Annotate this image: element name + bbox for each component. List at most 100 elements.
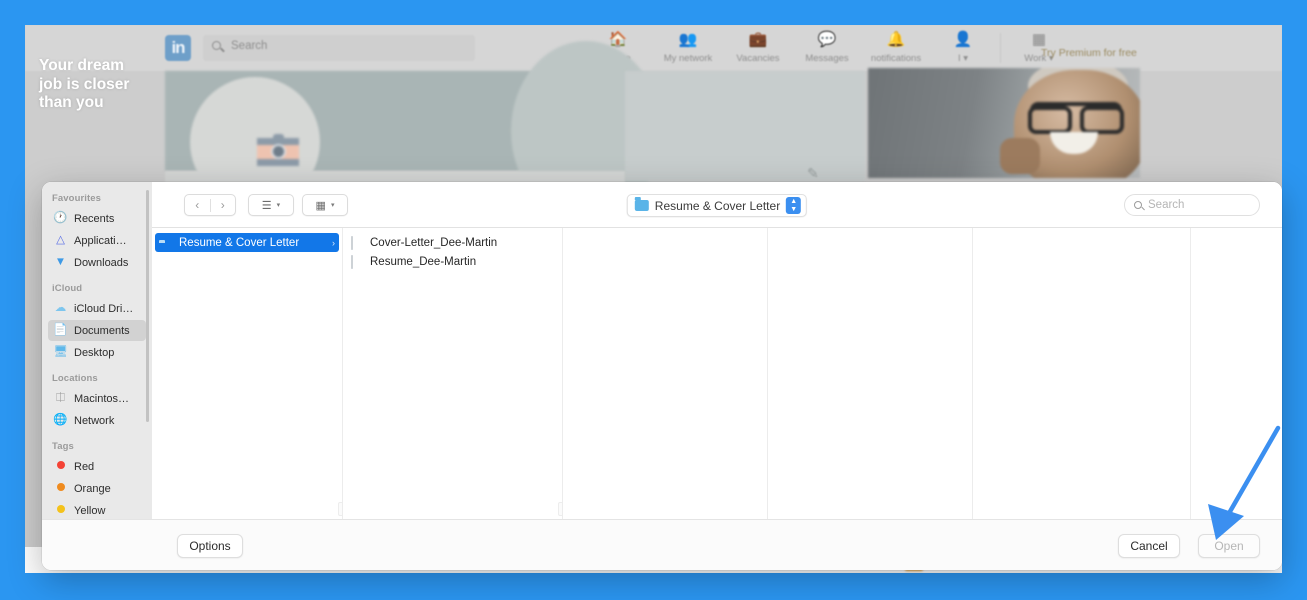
download-icon: ▼	[54, 255, 67, 268]
nav-label: I ▾	[957, 53, 969, 64]
row-label: Cover-Letter_Dee-Martin	[370, 236, 498, 249]
cancel-button[interactable]: Cancel	[1118, 534, 1180, 558]
sidebar-scrollbar[interactable]	[146, 190, 149, 422]
chevron-down-icon: ▾	[330, 202, 335, 209]
sidebar-item-label: Downloads	[74, 256, 129, 269]
options-button[interactable]: Options	[177, 534, 243, 558]
grid-view-icon: ▦	[315, 199, 326, 212]
column-empty-3	[973, 228, 1191, 519]
sidebar-group-title: Favourites	[52, 193, 102, 204]
sidebar-item-network[interactable]: 🌐 Network	[48, 410, 146, 431]
chevron-right-icon: ›	[332, 237, 335, 248]
ad-line-3: than you	[39, 94, 104, 111]
nav-item-vacancies[interactable]: 💼 Vacancies	[721, 30, 795, 64]
applications-icon: △	[56, 233, 65, 246]
network-icon: 👥	[678, 31, 698, 48]
sidebar-item-downloads[interactable]: ▼ Downloads	[48, 252, 146, 273]
list-item[interactable]: Cover-Letter_Dee-Martin	[346, 233, 559, 252]
profile-avatar-icon: 👤	[953, 31, 973, 48]
chevron-down-icon: ▾	[276, 202, 281, 209]
sidebar-item-label: iCloud Dri…	[74, 302, 134, 315]
bell-icon: 🔔	[886, 31, 906, 48]
folder-icon	[634, 197, 649, 211]
profile-side-panel	[625, 71, 865, 181]
path-label: Resume & Cover Letter	[654, 198, 781, 213]
nav-item-messages[interactable]: 💬 Messages	[790, 30, 864, 64]
document-icon	[350, 235, 365, 250]
path-popup-button[interactable]: Resume & Cover Letter ▲ ▼	[626, 194, 808, 217]
ad-banner[interactable]	[868, 68, 1140, 178]
dialog-search-input[interactable]: Search	[1124, 194, 1260, 216]
hard-drive-icon: ⎅	[55, 391, 66, 404]
edit-pencil-icon[interactable]: ✎	[807, 165, 819, 182]
ad-line-2: job is closer	[39, 75, 130, 93]
nav-item-my-network[interactable]: 👥 My network	[651, 30, 725, 64]
sidebar-item-label: Recents	[74, 212, 115, 225]
sidebar-item-macintosh-hd[interactable]: ⎅ Macintos…	[48, 388, 146, 409]
annotation-arrow	[1208, 425, 1281, 540]
document-icon	[350, 254, 365, 269]
view-group-button[interactable]: ▦ ▾	[302, 194, 348, 216]
sidebar-item-label: Yellow	[74, 504, 106, 517]
nav-label: My network	[663, 53, 713, 64]
column-browser: Resume & Cover Letter › Cover-Letter_Dee…	[152, 228, 1282, 519]
file-open-dialog: Favourites 🕐 Recents △ Applicati… ▼ Down…	[42, 182, 1282, 570]
sidebar-group-title: Tags	[52, 441, 74, 452]
linkedin-search-placeholder: Search	[231, 40, 268, 52]
row-label: Resume & Cover Letter	[179, 236, 300, 249]
row-label: Resume_Dee-Martin	[370, 255, 477, 268]
cloud-icon: ☁	[54, 301, 67, 314]
tag-dot-icon	[53, 504, 68, 517]
clock-icon: 🕐	[53, 211, 68, 224]
table-row[interactable]: Resume & Cover Letter ›	[155, 233, 339, 252]
search-icon	[212, 41, 221, 50]
nav-item-profile[interactable]: 👤 I ▾	[926, 30, 1000, 64]
sidebar-item-label: Desktop	[74, 346, 115, 359]
sidebar-item-tag-red[interactable]: Red	[48, 456, 146, 477]
column-files: Cover-Letter_Dee-Martin Resume_Dee-Marti…	[343, 228, 563, 519]
dialog-search-placeholder: Search	[1148, 199, 1185, 211]
dialog-sidebar: Favourites 🕐 Recents △ Applicati… ▼ Down…	[42, 182, 152, 519]
column-empty-1	[563, 228, 768, 519]
sidebar-item-label: Applicati…	[74, 234, 127, 247]
nav-label: notifications	[870, 53, 922, 64]
linkedin-logo[interactable]: in	[165, 35, 191, 61]
sidebar-group-title: iCloud	[52, 283, 83, 294]
sidebar-item-label: Macintos…	[74, 392, 130, 405]
tag-dot-icon	[53, 460, 68, 473]
sidebar-item-label: Orange	[74, 482, 111, 495]
column-view-icon: ☰	[261, 199, 272, 212]
network-globe-icon: 🌐	[53, 413, 68, 426]
nav-divider	[1000, 33, 1001, 63]
message-icon: 💬	[817, 31, 837, 48]
document-icon: 📄	[53, 323, 68, 336]
sidebar-item-label: Documents	[74, 324, 130, 337]
back-icon[interactable]: ‹	[185, 198, 210, 212]
forward-icon[interactable]: ›	[210, 198, 235, 212]
navigation-buttons[interactable]: ‹ ›	[184, 194, 236, 216]
sidebar-item-label: Network	[74, 414, 115, 427]
camera-icon	[257, 134, 299, 166]
sidebar-item-icloud-drive[interactable]: ☁ iCloud Dri…	[48, 298, 146, 319]
sidebar-item-desktop[interactable]: 🖥 Desktop	[48, 342, 146, 363]
ad-line-1: Your dream	[39, 57, 124, 74]
sidebar-group-title: Locations	[52, 373, 98, 384]
dialog-footer: Options Cancel Open	[42, 519, 1282, 570]
nav-label: Messages	[805, 53, 849, 64]
tag-dot-icon	[53, 482, 68, 495]
try-premium-link[interactable]: Try Premium for free	[1041, 47, 1137, 59]
stepper-icon[interactable]: ▲ ▼	[786, 197, 802, 214]
list-item[interactable]: Resume_Dee-Martin	[346, 252, 559, 271]
blue-outer-frame: in Search 🏠 Home 👥 My network 💼 Vacancie…	[0, 0, 1307, 600]
linkedin-search-input[interactable]: Search	[203, 35, 475, 61]
sidebar-item-recents[interactable]: 🕐 Recents	[48, 208, 146, 229]
sidebar-item-tag-yellow[interactable]: Yellow	[48, 500, 146, 519]
sidebar-item-documents[interactable]: 📄 Documents	[48, 320, 146, 341]
sidebar-item-applications[interactable]: △ Applicati…	[48, 230, 146, 251]
sidebar-item-label: Red	[74, 460, 95, 473]
linkedin-navbar: in Search 🏠 Home 👥 My network 💼 Vacancie…	[25, 25, 1282, 71]
view-column-button[interactable]: ☰ ▾	[248, 194, 294, 216]
search-icon	[1134, 201, 1142, 209]
sidebar-item-tag-orange[interactable]: Orange	[48, 478, 146, 499]
nav-item-notifications[interactable]: 🔔 notifications	[859, 30, 933, 64]
